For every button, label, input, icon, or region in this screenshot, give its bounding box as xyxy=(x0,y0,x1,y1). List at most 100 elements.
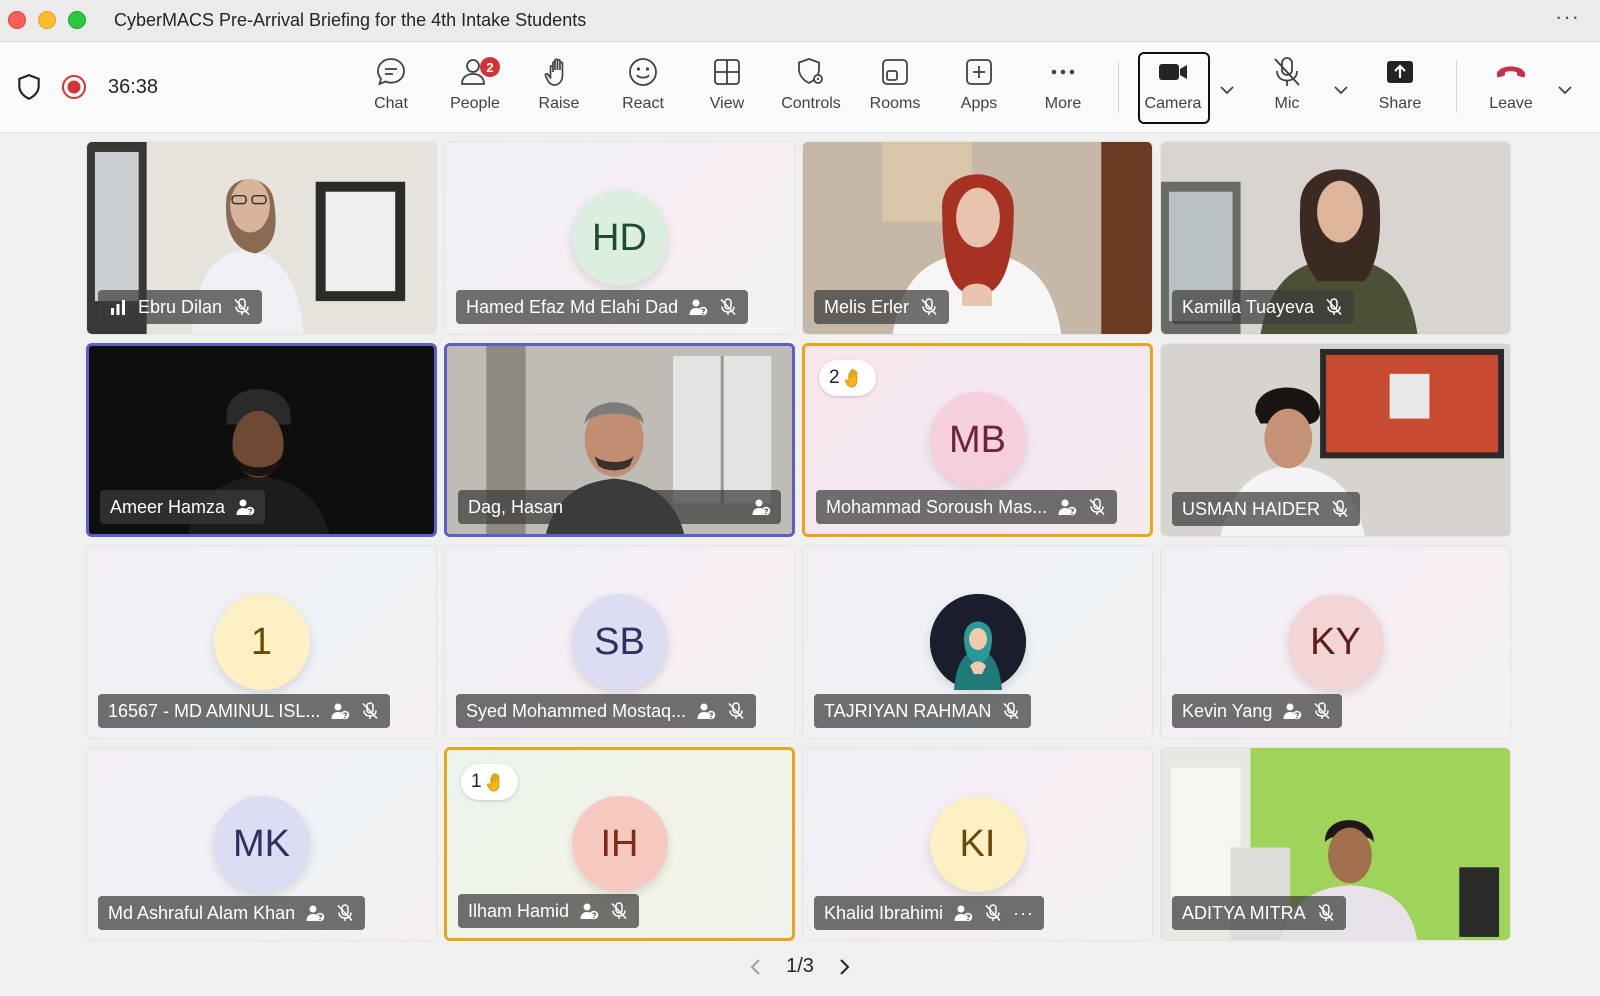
participant-tile-usman-haider[interactable]: USMAN HAIDER xyxy=(1160,343,1511,537)
nameplate: Mohammad Soroush Mas... xyxy=(816,490,1118,524)
mic-off-icon xyxy=(609,901,629,921)
mic-off-icon xyxy=(1316,903,1336,923)
zoom-window-button[interactable] xyxy=(68,11,86,29)
participant-name: Ameer Hamza xyxy=(110,496,226,517)
participant-tile-ilham-hamid[interactable]: 1 IH Ilham Hamid xyxy=(444,747,795,941)
participant-name: Hamed Efaz Md Elahi Dad xyxy=(466,296,679,317)
participant-tile-hamed-efaz[interactable]: HD Hamed Efaz Md Elahi Dad xyxy=(444,141,795,335)
participant-tile-ebru-dilan[interactable]: Ebru Dilan xyxy=(86,141,437,335)
guest-icon xyxy=(305,903,325,923)
window-more-icon[interactable]: ··· xyxy=(1555,4,1580,30)
nameplate: Ebru Dilan xyxy=(98,290,263,324)
participant-tile-kamilla-tuayeva[interactable]: Kamilla Tuayeva xyxy=(1160,141,1511,335)
chat-button[interactable]: Chat xyxy=(354,55,428,121)
participant-tile-syed-mohammed[interactable]: SB Syed Mohammed Mostaq... xyxy=(444,545,795,739)
avatar: SB xyxy=(571,594,668,690)
participant-tile-kevin-yang[interactable]: KY Kevin Yang xyxy=(1160,545,1511,739)
ellipsis-icon xyxy=(1051,69,1075,75)
mic-off-icon xyxy=(718,297,738,317)
chat-icon xyxy=(377,58,405,86)
guest-icon xyxy=(751,497,771,517)
guest-icon xyxy=(953,903,973,923)
nameplate: Hamed Efaz Md Elahi Dad xyxy=(456,290,749,324)
avatar: 1 xyxy=(213,594,310,690)
apps-button[interactable]: Apps xyxy=(942,55,1016,121)
nameplate: Khalid Ibrahimi ··· xyxy=(814,896,1045,930)
participant-tile-mohammad-soroush[interactable]: 2 MB Mohammad Soroush Mas... xyxy=(802,343,1153,537)
nameplate: Melis Erler xyxy=(814,290,950,324)
mic-button[interactable]: Mic xyxy=(1250,55,1324,121)
raise-hand-button[interactable]: Raise xyxy=(522,55,596,121)
raised-hand-icon xyxy=(486,771,508,793)
participant-tile-aditya-mitra[interactable]: ADITYA MITRA xyxy=(1160,747,1511,941)
view-button[interactable]: View xyxy=(690,55,764,121)
mic-off-icon xyxy=(726,701,746,721)
raised-hand-icon xyxy=(844,367,866,389)
nameplate: Dag, Hasan xyxy=(458,490,781,524)
add-app-icon xyxy=(966,59,992,85)
previous-page-chevron-icon[interactable] xyxy=(746,957,766,977)
participant-tile-tajriyan-rahman[interactable]: TAJRIYAN RAHMAN xyxy=(802,545,1153,739)
hang-up-phone-icon xyxy=(1497,66,1525,78)
leave-button[interactable]: Leave xyxy=(1474,55,1548,121)
people-count-badge: 2 xyxy=(480,57,500,77)
mic-options-chevron-icon[interactable] xyxy=(1332,81,1350,99)
shield-icon[interactable] xyxy=(16,73,42,101)
mic-off-icon xyxy=(919,297,939,317)
mic-off-icon xyxy=(1312,701,1332,721)
participant-name: Kamilla Tuayeva xyxy=(1182,296,1315,317)
react-label: React xyxy=(622,95,664,112)
guest-icon xyxy=(330,701,350,721)
meeting-toolbar: 36:38 Chat 2 People Raise React View Con… xyxy=(0,43,1600,133)
next-page-chevron-icon[interactable] xyxy=(834,957,854,977)
share-label: Share xyxy=(1378,95,1422,112)
mic-off-icon xyxy=(1330,499,1350,519)
nameplate: Ameer Hamza xyxy=(100,490,266,524)
participant-name: Khalid Ibrahimi xyxy=(824,902,944,923)
nameplate: Syed Mohammed Mostaq... xyxy=(456,694,757,728)
shield-gear-icon xyxy=(798,58,823,85)
guest-icon xyxy=(1282,701,1302,721)
window-title: CyberMACS Pre-Arrival Briefing for the 4… xyxy=(114,10,587,30)
window-controls xyxy=(8,11,86,29)
participant-tile-dag-hasan[interactable]: Dag, Hasan xyxy=(444,343,795,537)
meeting-timer: 36:38 xyxy=(108,75,159,98)
people-label: People xyxy=(450,95,500,112)
minimize-window-button[interactable] xyxy=(38,11,56,29)
rooms-button[interactable]: Rooms xyxy=(858,55,932,121)
avatar: IH xyxy=(571,796,668,892)
profile-picture xyxy=(929,594,1026,690)
participant-tile-ameer-hamza[interactable]: Ameer Hamza xyxy=(86,343,437,537)
hand-icon xyxy=(544,58,564,86)
participant-tile-melis-erler[interactable]: Melis Erler xyxy=(802,141,1153,335)
leave-label: Leave xyxy=(1489,95,1533,112)
react-button[interactable]: React xyxy=(606,55,680,121)
avatar: HD xyxy=(571,190,668,286)
rooms-label: Rooms xyxy=(869,95,921,112)
toolbar-divider xyxy=(1118,61,1119,113)
participant-name: Ilham Hamid xyxy=(468,900,570,921)
participant-tile-md-aminul[interactable]: 1 16567 - MD AMINUL ISL... xyxy=(86,545,437,739)
raise-order: 2 xyxy=(829,367,840,388)
participant-tile-khalid-ibrahimi[interactable]: KI Khalid Ibrahimi ··· xyxy=(802,747,1153,941)
participant-name: 16567 - MD AMINUL ISL... xyxy=(108,700,321,721)
participant-more-options-icon[interactable]: ··· xyxy=(1013,903,1034,924)
camera-options-chevron-icon[interactable] xyxy=(1218,81,1236,99)
people-button[interactable]: 2 People xyxy=(438,55,512,121)
camera-label: Camera xyxy=(1144,95,1202,112)
leave-options-chevron-icon[interactable] xyxy=(1556,81,1574,99)
nameplate: ADITYA MITRA xyxy=(1172,896,1346,930)
avatar: KI xyxy=(929,796,1026,892)
controls-button[interactable]: Controls xyxy=(774,55,848,121)
close-window-button[interactable] xyxy=(8,11,26,29)
nameplate: Ilham Hamid xyxy=(458,894,640,928)
participant-name: TAJRIYAN RAHMAN xyxy=(824,700,992,721)
signal-strength-icon xyxy=(108,297,128,317)
hijab-illustration-icon xyxy=(929,594,1026,690)
more-button[interactable]: More xyxy=(1026,55,1100,121)
camera-button[interactable]: Camera xyxy=(1136,55,1210,121)
participant-tile-md-ashraful[interactable]: MK Md Ashraful Alam Khan xyxy=(86,747,437,941)
smiley-icon xyxy=(629,58,657,86)
share-button[interactable]: Share xyxy=(1363,55,1437,121)
gallery-pagination: 1/3 xyxy=(0,955,1600,978)
